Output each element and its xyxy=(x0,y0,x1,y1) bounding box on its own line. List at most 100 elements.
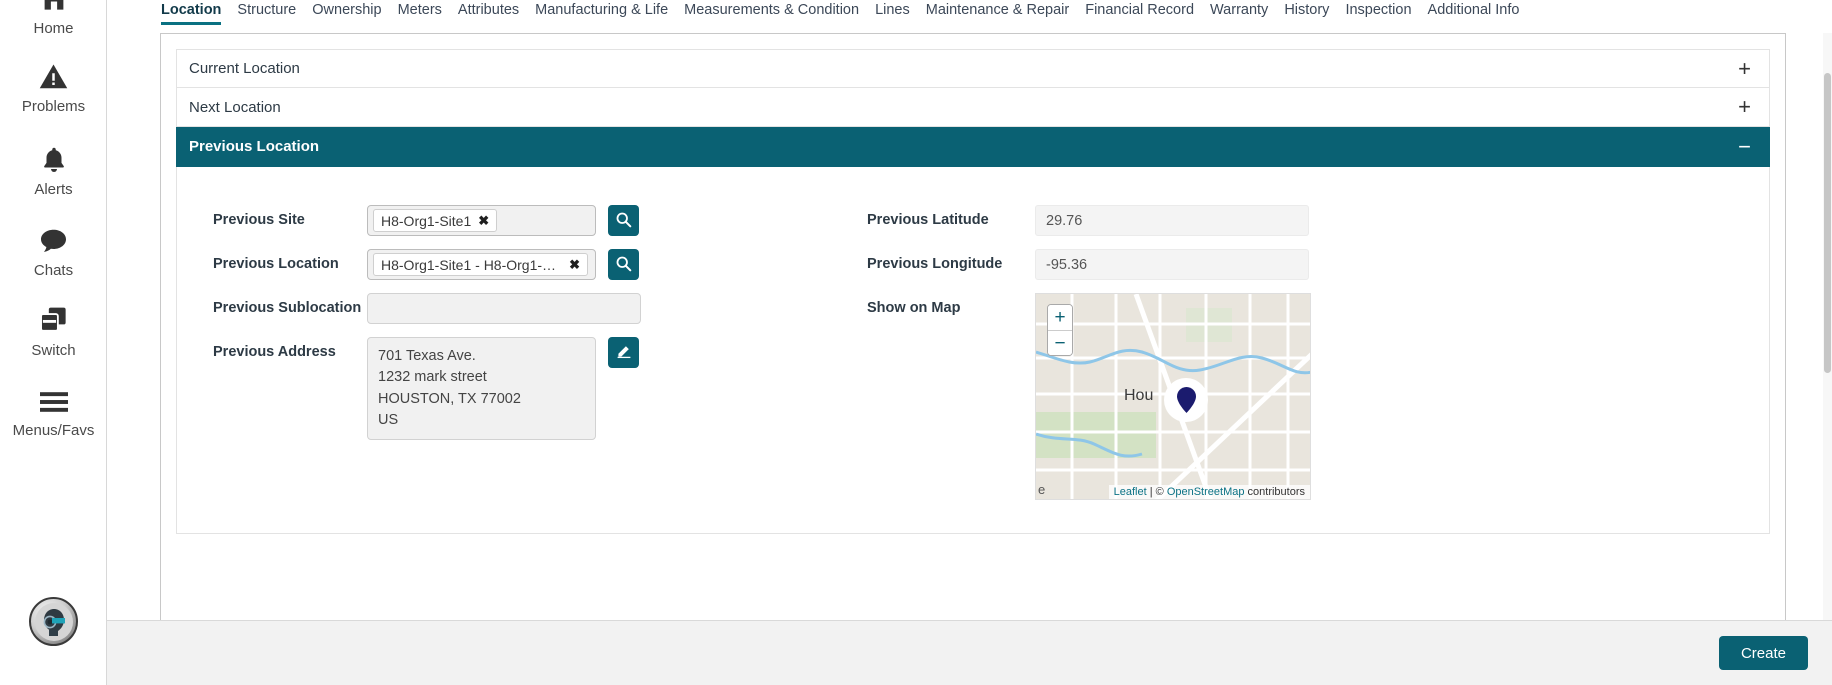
bell-icon xyxy=(39,144,69,175)
label-previous-longitude: Previous Longitude xyxy=(867,256,1003,272)
search-icon xyxy=(615,255,632,275)
label-previous-site: Previous Site xyxy=(213,212,305,228)
collapse-minus-icon[interactable]: − xyxy=(1738,135,1751,158)
main-content: Location Structure Ownership Meters Attr… xyxy=(107,0,1832,685)
previous-site-token-text: H8-Org1-Site1 xyxy=(381,212,472,229)
previous-location-right-column: Previous Latitude 29.76 Previous Longitu… xyxy=(837,205,1769,513)
sidebar-item-label-alerts: Alerts xyxy=(34,181,73,198)
previous-location-left-column: Previous Site H8-Org1-Site1 ✖ Previous L… xyxy=(177,205,837,513)
previous-site-search-button[interactable] xyxy=(608,205,639,236)
map-edge-letter: e xyxy=(1038,482,1046,497)
field-previous-site: Previous Site H8-Org1-Site1 ✖ xyxy=(189,205,837,236)
attribution-separator: | © xyxy=(1146,486,1167,498)
address-line-2: 1232 mark street xyxy=(378,369,487,386)
sidebar-item-alerts[interactable]: Alerts xyxy=(0,144,107,198)
sidebar-item-problems[interactable]: Problems xyxy=(0,62,107,115)
map-pin-marker[interactable] xyxy=(1177,387,1196,418)
field-previous-latitude: Previous Latitude 29.76 xyxy=(867,205,1769,236)
tab-inspection[interactable]: Inspection xyxy=(1337,0,1419,25)
field-previous-address: Previous Address 701 Texas Ave. 1232 mar… xyxy=(189,337,837,441)
attribution-suffix: contributors xyxy=(1244,486,1305,498)
sidebar-item-label-menus-favs: Menus/Favs xyxy=(12,422,95,439)
tab-bar: Location Structure Ownership Meters Attr… xyxy=(107,0,1832,33)
accordion-current-location[interactable]: Current Location + xyxy=(176,49,1770,88)
warning-triangle-icon xyxy=(37,62,70,92)
previous-site-input[interactable]: H8-Org1-Site1 ✖ xyxy=(367,205,596,236)
label-previous-location: Previous Location xyxy=(213,256,339,272)
label-previous-latitude: Previous Latitude xyxy=(867,212,989,228)
sidebar-item-label-chats: Chats xyxy=(33,262,74,279)
scrollbar-thumb[interactable] xyxy=(1824,73,1831,373)
avatar[interactable] xyxy=(29,597,78,646)
leaflet-link[interactable]: Leaflet xyxy=(1114,486,1147,498)
tab-warranty[interactable]: Warranty xyxy=(1202,0,1276,25)
tab-financial-record[interactable]: Financial Record xyxy=(1077,0,1202,25)
previous-longitude-value[interactable]: -95.36 xyxy=(1035,249,1309,280)
sidebar-item-home[interactable]: Home xyxy=(0,0,107,37)
create-button[interactable]: Create xyxy=(1718,636,1808,670)
map-zoom-controls[interactable]: + − xyxy=(1047,304,1073,356)
previous-site-token: H8-Org1-Site1 ✖ xyxy=(373,209,498,232)
edit-address-button[interactable] xyxy=(608,337,639,368)
sidebar-item-chats[interactable]: Chats xyxy=(0,226,107,279)
map-zoom-in-button[interactable]: + xyxy=(1048,305,1072,330)
tab-structure[interactable]: Structure xyxy=(229,0,304,25)
sidebar-item-label-home: Home xyxy=(33,20,74,37)
accordion-title-current-location: Current Location xyxy=(189,60,300,77)
previous-latitude-value[interactable]: 29.76 xyxy=(1035,205,1309,236)
accordion-next-location[interactable]: Next Location + xyxy=(176,88,1770,127)
label-show-on-map: Show on Map xyxy=(867,300,961,316)
remove-token-icon[interactable]: ✖ xyxy=(569,257,580,273)
tab-attributes[interactable]: Attributes xyxy=(450,0,527,25)
map-zoom-out-button[interactable]: − xyxy=(1048,330,1072,355)
chat-bubble-icon xyxy=(37,226,70,256)
address-line-1: 701 Texas Ave. xyxy=(378,348,476,364)
tab-lines[interactable]: Lines xyxy=(867,0,918,25)
home-icon xyxy=(37,0,71,14)
search-icon xyxy=(615,211,632,231)
tab-maintenance-repair[interactable]: Maintenance & Repair xyxy=(918,0,1077,25)
field-previous-location: Previous Location H8-Org1-Site1 - H8-Org… xyxy=(189,249,837,280)
field-previous-sublocation: Previous Sublocation xyxy=(189,293,837,324)
sidebar-item-switch[interactable]: Switch xyxy=(0,305,134,359)
openstreetmap-link[interactable]: OpenStreetMap xyxy=(1167,486,1245,498)
tab-history[interactable]: History xyxy=(1276,0,1337,25)
map-attribution: Leaflet | © OpenStreetMap contributors xyxy=(1108,485,1310,499)
hamburger-menu-icon xyxy=(37,388,71,416)
tab-location[interactable]: Location xyxy=(153,0,229,25)
label-previous-address: Previous Address xyxy=(213,344,336,360)
sidebar-item-menus-favs[interactable]: Menus/Favs xyxy=(0,388,107,439)
expand-plus-icon[interactable]: + xyxy=(1738,96,1751,118)
tab-measurements-condition[interactable]: Measurements & Condition xyxy=(676,0,867,25)
previous-location-token-text: H8-Org1-Site1 - H8-Org1-S... xyxy=(381,256,563,273)
accordion-title-previous-location: Previous Location xyxy=(189,138,320,155)
sidebar-item-label-switch: Switch xyxy=(31,342,76,359)
previous-sublocation-input[interactable] xyxy=(367,293,641,324)
location-map[interactable]: + − Hou e Leaflet | © OpenStreetMap cont… xyxy=(1035,293,1311,500)
previous-address-value: 701 Texas Ave. 1232 mark street HOUSTON,… xyxy=(367,337,596,441)
previous-location-body: Previous Site H8-Org1-Site1 ✖ Previous L… xyxy=(176,167,1770,534)
field-show-on-map: Show on Map + − Hou e Leaflet | © OpenSt… xyxy=(867,293,1769,500)
tab-additional-info[interactable]: Additional Info xyxy=(1420,0,1528,25)
previous-location-search-button[interactable] xyxy=(608,249,639,280)
vertical-scrollbar[interactable] xyxy=(1823,33,1832,620)
sidebar-item-label-problems: Problems xyxy=(21,98,86,115)
map-city-label: Hou xyxy=(1124,387,1154,404)
expand-plus-icon[interactable]: + xyxy=(1738,57,1751,80)
address-line-3: HOUSTON, TX 77002 xyxy=(378,390,521,407)
tab-ownership[interactable]: Ownership xyxy=(304,0,389,25)
label-previous-sublocation: Previous Sublocation xyxy=(213,300,362,316)
tab-manufacturing-life[interactable]: Manufacturing & Life xyxy=(527,0,676,25)
left-sidebar: Home Problems Alerts Chats Switch Menus/… xyxy=(0,0,134,685)
remove-token-icon[interactable]: ✖ xyxy=(478,213,489,229)
tab-meters[interactable]: Meters xyxy=(390,0,450,25)
switch-windows-icon xyxy=(36,305,134,336)
accordion-title-next-location: Next Location xyxy=(189,98,281,116)
previous-location-input[interactable]: H8-Org1-Site1 - H8-Org1-S... ✖ xyxy=(367,249,596,280)
edit-pencil-icon xyxy=(616,343,632,362)
footer-bar: Create xyxy=(107,620,1832,685)
field-previous-longitude: Previous Longitude -95.36 xyxy=(867,249,1769,280)
accordion-previous-location[interactable]: Previous Location − xyxy=(176,127,1770,167)
address-line-4: US xyxy=(378,411,399,428)
previous-location-token: H8-Org1-Site1 - H8-Org1-S... ✖ xyxy=(373,253,588,276)
